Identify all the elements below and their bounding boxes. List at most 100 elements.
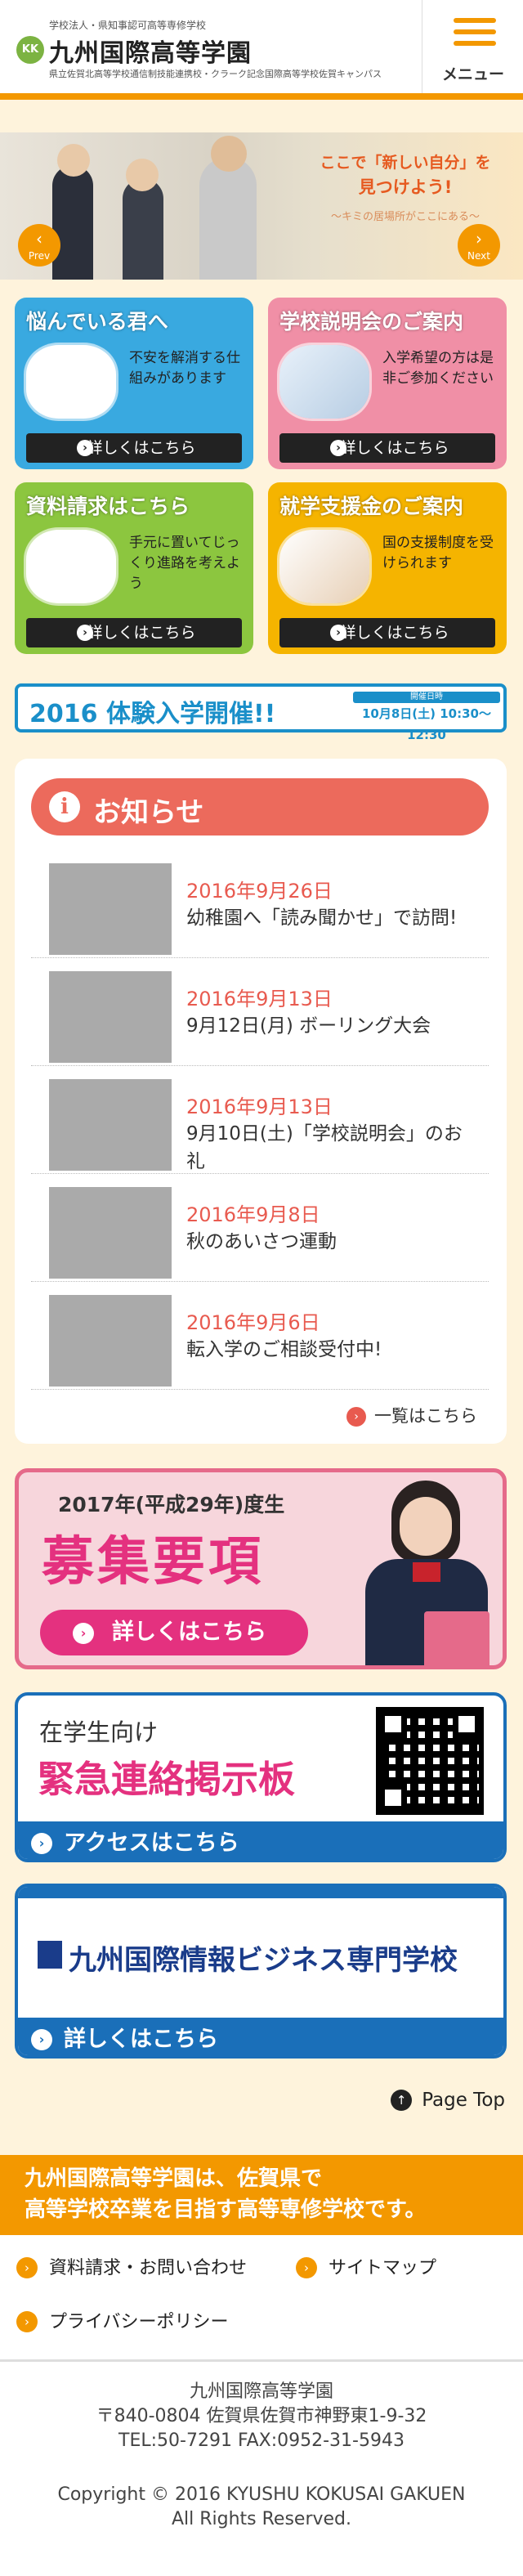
event-title: 2016 体験入学開催!! — [29, 700, 276, 728]
tile-title: 学校説明会のご案内 — [279, 310, 464, 334]
open-campus-banner[interactable]: 2016 体験入学開催!! 開催日時 10月8日(土) 10:30〜12:30 — [15, 683, 507, 742]
admission-detail-button[interactable]: › 詳しくはこちら — [40, 1610, 308, 1655]
news-date: 2016年9月13日 — [186, 988, 333, 1010]
news-item[interactable]: 2016年9月13日 9月10日(土)「学校説明会」のお礼 — [31, 1066, 489, 1174]
hero-headline-2: 見つけよう! — [358, 177, 453, 197]
prev-button[interactable]: ‹ Prev — [18, 224, 60, 267]
footer-phone: TEL:50-7291 FAX:0952-31-5943 — [118, 2430, 405, 2451]
arrow-right-icon: › — [330, 625, 346, 641]
arrow-right-icon: › — [296, 2257, 317, 2278]
student-photo — [123, 178, 163, 280]
news-thumbnail — [49, 1295, 172, 1387]
hands-photo-icon — [279, 530, 369, 603]
emergency-title: 緊急連絡掲示板 — [38, 1758, 296, 1801]
button-label: 詳しくはこちら — [112, 1620, 266, 1645]
news-text[interactable]: 秋のあいさつ運動 — [186, 1228, 481, 1256]
student-face — [126, 159, 159, 191]
emergency-board-banner[interactable]: 在学生向け 緊急連絡掲示板 › アクセスはこちら — [15, 1692, 507, 1862]
business-school-banner[interactable]: 九州国際情報ビジネス専門学校 › 詳しくはこちら — [15, 1884, 507, 2059]
admission-guide-banner[interactable]: 2017年(平成29年)度生 募集要項 › 詳しくはこちら — [15, 1468, 507, 1669]
copyright: Copyright © 2016 KYUSHU KOKUSAI GAKUEN A… — [0, 2483, 523, 2532]
news-date: 2016年9月6日 — [186, 1311, 320, 1334]
link-label: サイトマップ — [329, 2258, 437, 2278]
button-label: 詳しくはこちら — [340, 439, 449, 457]
student-face — [57, 144, 90, 177]
tile-detail-button[interactable]: › 詳しくはこちら — [26, 618, 242, 647]
student-ribbon — [413, 1562, 440, 1582]
hero-tagline: 〜キミの居場所がここにある〜 — [330, 211, 480, 223]
news-item[interactable]: 2016年9月26日 幼稚園へ「読み聞かせ」で訪問! — [31, 850, 489, 958]
footer-link-sitemap[interactable]: › サイトマップ — [296, 2253, 436, 2279]
page-top-link[interactable]: ↑ Page Top — [391, 2090, 505, 2111]
arrow-right-icon: › — [330, 440, 346, 456]
arrow-up-icon: ↑ — [391, 2090, 413, 2111]
news-item[interactable]: 2016年9月13日 9月12日(月) ボーリング大会 — [31, 958, 489, 1066]
link-label: プライバシーポリシー — [49, 2312, 229, 2332]
news-text[interactable]: 幼稚園へ「読み聞かせ」で訪問! — [186, 904, 481, 932]
footer-school-name: 九州国際高等学園 — [189, 2381, 333, 2402]
tile-info-session[interactable]: 学校説明会のご案内 入学希望の方は是非ご参加ください › 詳しくはこちら — [268, 298, 507, 469]
footer-link-inquiry[interactable]: › 資料請求・お問い合わせ — [16, 2253, 247, 2279]
hero-headline-1: ここで「新しい自分」を — [320, 154, 491, 172]
arrow-right-icon: › — [73, 1623, 94, 1644]
logo-subtitle: 県立佐賀北高等学校通信制技能連携校・クラーク記念国際高等学校佐賀キャンパス — [49, 69, 382, 79]
next-button[interactable]: › Next — [458, 224, 500, 267]
tile-detail-button[interactable]: › 詳しくはこちら — [26, 433, 242, 463]
admission-title: 募集要項 — [42, 1532, 264, 1593]
arrow-right-icon: › — [77, 440, 93, 456]
emergency-access-button[interactable]: › アクセスはこちら — [18, 1821, 503, 1859]
news-thumbnail — [49, 971, 172, 1063]
emergency-subtitle: 在学生向け — [39, 1718, 159, 1746]
button-label: アクセスはこちら — [64, 1830, 239, 1856]
student-photo — [52, 165, 93, 280]
qr-code-icon — [376, 1707, 484, 1815]
building-photo-icon — [279, 345, 369, 419]
site-header: 学校法人・県知事認可高等専修学校 KK 九州国際高等学園 県立佐賀北高等学校通信… — [0, 0, 523, 100]
student-face — [400, 1497, 452, 1556]
hamburger-icon — [454, 18, 496, 52]
button-label: 詳しくはこちら — [64, 2027, 218, 2052]
tile-title: 就学支援金のご案内 — [279, 495, 464, 518]
menu-button[interactable]: メニュー — [422, 0, 523, 93]
banner-top-stripe — [18, 1887, 503, 1898]
tile-support-fund[interactable]: 就学支援金のご案内 国の支援制度を受けられます › 詳しくはこちら — [268, 482, 507, 654]
event-date: 10月8日(土) 10:30〜12:30 — [362, 706, 491, 742]
site-logo[interactable]: 九州国際高等学園 — [49, 33, 252, 69]
tile-worried[interactable]: 悩んでいる君へ 不安を解消する仕組みがあります › 詳しくはこちら — [15, 298, 253, 469]
next-label: Next — [467, 250, 490, 262]
business-detail-button[interactable]: › 詳しくはこちら — [18, 2018, 503, 2055]
page-top-label: Page Top — [422, 2090, 505, 2111]
news-text[interactable]: 転入学のご相談受付中! — [186, 1336, 481, 1364]
news-text[interactable]: 9月10日(土)「学校説明会」のお礼 — [186, 1120, 481, 1176]
news-date: 2016年9月26日 — [186, 880, 333, 903]
arrow-right-icon: › — [16, 2257, 38, 2278]
news-section: i お知らせ 2016年9月26日 幼稚園へ「読み聞かせ」で訪問! 2016年9… — [15, 759, 507, 1444]
event-date-label: 開催日時 — [353, 692, 500, 703]
button-label: 詳しくはこちら — [87, 439, 196, 457]
news-list-link[interactable]: › 一覧はこちら — [346, 1403, 477, 1427]
footer-address: 九州国際高等学園 〒840-0804 佐賀県佐賀市神野東1-9-32 TEL:5… — [0, 2362, 523, 2453]
news-thumbnail — [49, 1079, 172, 1171]
tile-detail-button[interactable]: › 詳しくはこちら — [279, 433, 495, 463]
link-label: 資料請求・お問い合わせ — [49, 2258, 248, 2278]
footer-links: › 資料請求・お問い合わせ › サイトマップ › プライバシーポリシー — [0, 2235, 523, 2359]
arrow-right-icon: › — [16, 2311, 38, 2332]
info-icon: i — [49, 791, 80, 822]
hero-slider[interactable]: ここで「新しい自分」を 見つけよう! 〜キミの居場所がここにある〜 — [0, 132, 523, 280]
arrow-right-icon: › — [31, 2029, 52, 2050]
news-text[interactable]: 9月12日(月) ボーリング大会 — [186, 1012, 481, 1040]
student-file — [424, 1611, 489, 1665]
tile-desc: 不安を解消する仕組みがあります — [129, 350, 240, 387]
tile-detail-button[interactable]: › 詳しくはこちら — [279, 618, 495, 647]
logo-tagline: 学校法人・県知事認可高等専修学校 — [49, 20, 207, 31]
copyright-line: Copyright © 2016 KYUSHU KOKUSAI GAKUEN — [57, 2484, 466, 2505]
arrow-right-icon: › — [346, 1407, 366, 1427]
tile-brochure[interactable]: 資料請求はこちら 手元に置いてじっくり進路を考えよう › 詳しくはこちら — [15, 482, 253, 654]
news-item[interactable]: 2016年9月8日 秋のあいさつ運動 — [31, 1174, 489, 1282]
event-datetime: 開催日時 10月8日(土) 10:30〜12:30 — [353, 692, 500, 742]
business-school-name: 九州国際情報ビジネス専門学校 — [69, 1944, 458, 1977]
news-item[interactable]: 2016年9月6日 転入学のご相談受付中! — [31, 1282, 489, 1390]
tile-desc: 手元に置いてじっくり進路を考えよう — [129, 535, 240, 592]
footer-link-privacy[interactable]: › プライバシーポリシー — [16, 2307, 229, 2333]
logo-mark-icon[interactable]: KK — [16, 36, 44, 64]
